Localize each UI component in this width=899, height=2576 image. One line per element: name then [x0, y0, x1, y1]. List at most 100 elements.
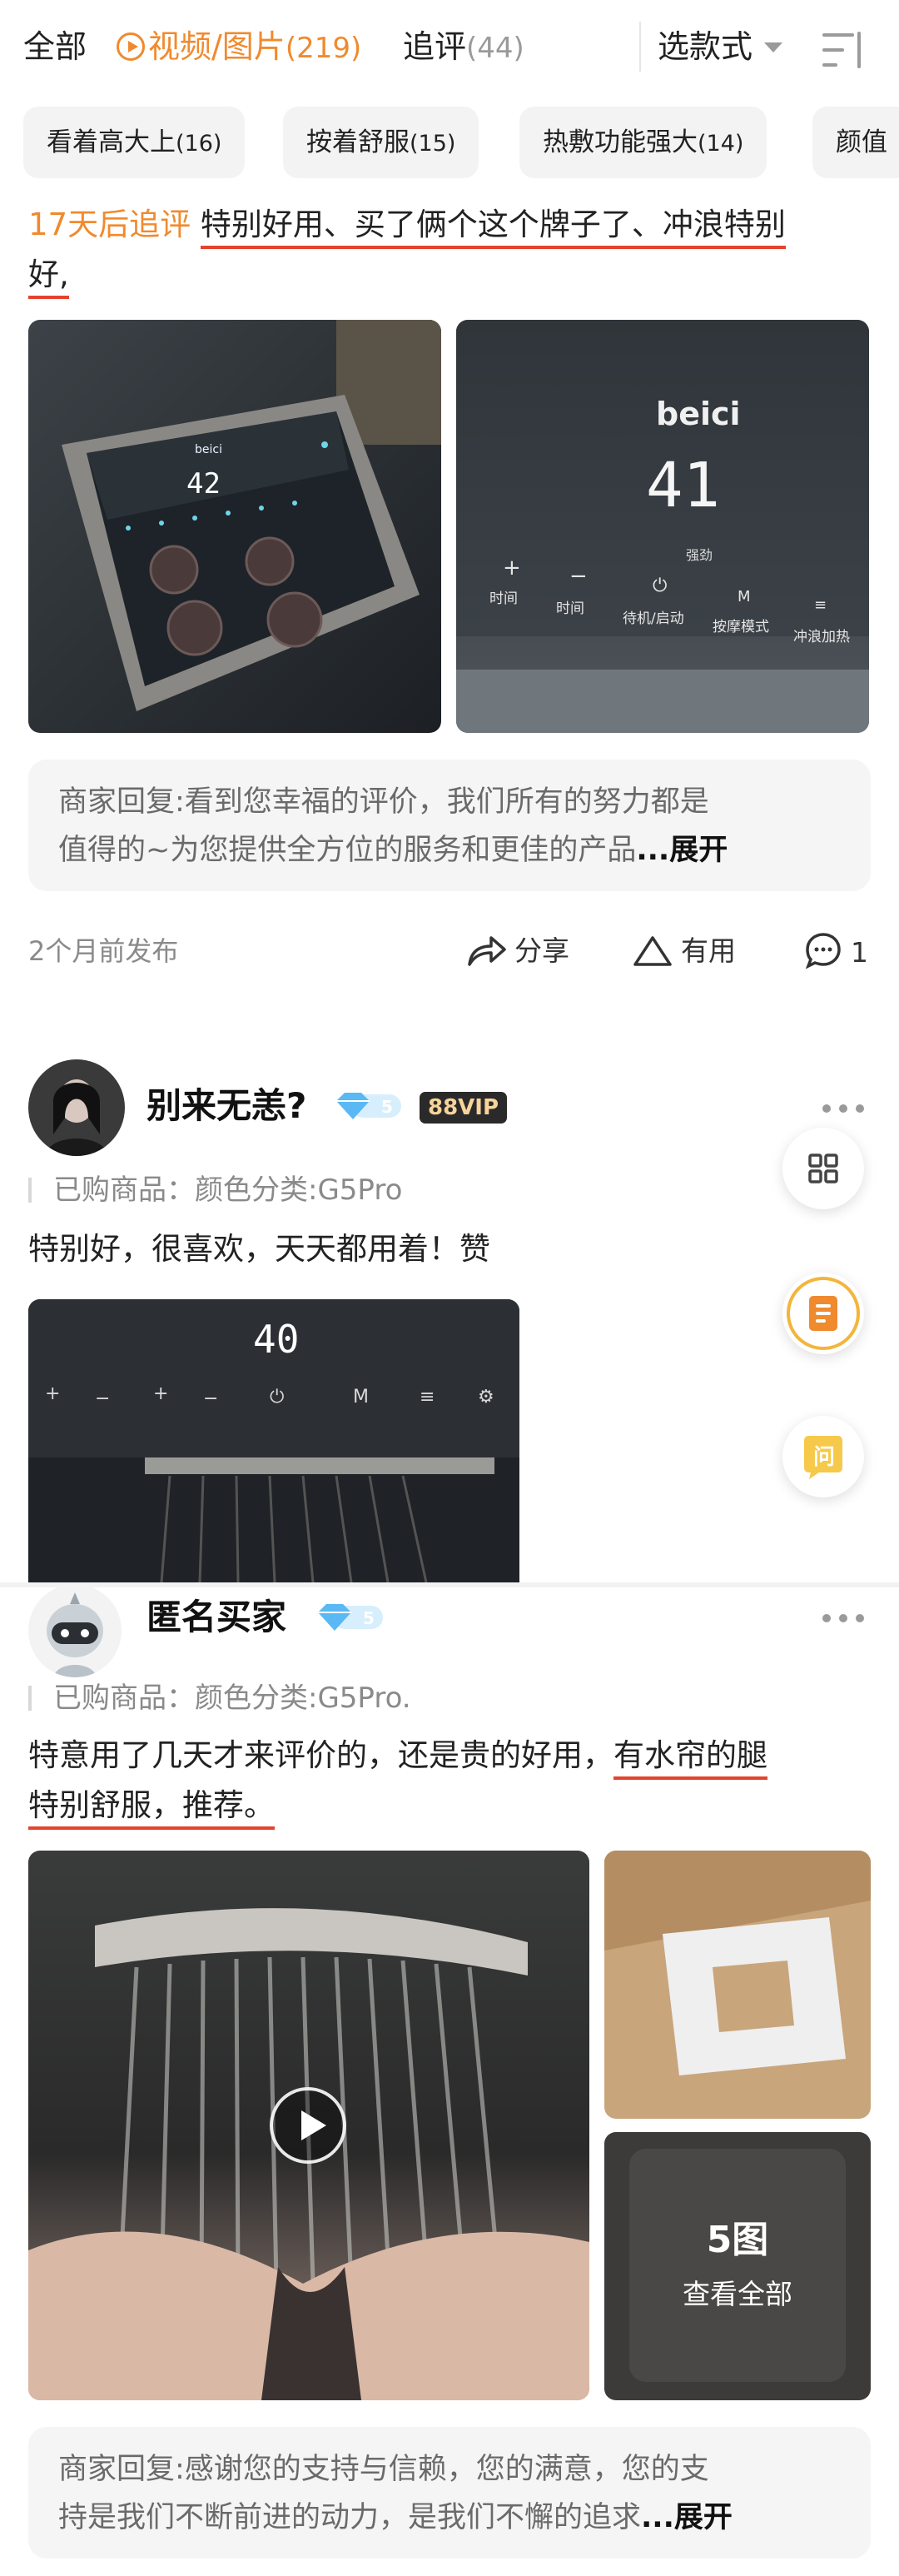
more-options-icon[interactable]: [822, 1103, 869, 1114]
review-text-highlight: 特别舒服，推荐。: [28, 1787, 275, 1830]
svg-text:−: −: [95, 1388, 110, 1409]
merchant-reply[interactable]: 商家回复:感谢您的支持与信赖，您的满意，您的支 持是我们不断前进的动力，是我们不…: [28, 2427, 871, 2559]
more-options-icon[interactable]: [822, 1612, 869, 1624]
photo-sub-label: 强劲: [686, 547, 713, 563]
tab-followup-count: (44): [466, 32, 524, 65]
filter-bar: 全部 视频/图片(219) 追评(44) 选款式: [0, 0, 899, 93]
review-photo[interactable]: beici 42: [28, 320, 441, 733]
view-all-label: 查看全部: [683, 2278, 792, 2310]
photo-count: 5图: [706, 2219, 769, 2261]
username: 别来无恙?: [147, 1085, 307, 1126]
svg-text:+: +: [153, 1383, 168, 1404]
grid-icon: [808, 1153, 838, 1183]
tag-label: 看着高大上: [47, 127, 176, 157]
reply-text: 持是我们不断前进的动力，是我们不懈的追求: [58, 2501, 642, 2534]
ask-button[interactable]: 问: [782, 1416, 864, 1497]
avatar[interactable]: [28, 1059, 125, 1156]
tag-label: 按着舒服: [306, 127, 410, 157]
post-time: 2个月前发布: [28, 935, 179, 967]
review-photo[interactable]: beici 41 强劲 + − ⏻ M ≡ 时间 时间 待机/启动 按摩模式 冲…: [456, 320, 869, 733]
reply-text: 商家回复:感谢您的支持与信赖，您的满意，您的支: [58, 2453, 709, 2486]
svg-text:+: +: [503, 556, 521, 580]
svg-text:⏻: ⏻: [653, 575, 667, 596]
tag-chip[interactable]: 颜值: [812, 107, 899, 178]
svg-text:−: −: [569, 564, 588, 589]
review-text: 特别好，很喜欢，天天都用着！赞: [28, 1231, 490, 1267]
photo-display: 40: [253, 1317, 299, 1362]
style-select-label: 选款式: [658, 28, 753, 65]
diamond-level-icon: 5: [336, 1093, 401, 1119]
tag-count: (14): [698, 131, 744, 157]
share-label: 分享: [514, 934, 569, 967]
photo-control-label: 时间: [556, 600, 584, 617]
tab-followup-label: 追评: [403, 28, 467, 65]
photo-display: 41: [646, 450, 720, 521]
purchased-item: 已购商品：颜色分类:G5Pro: [28, 1169, 402, 1211]
svg-text:−: −: [203, 1388, 218, 1409]
tab-media[interactable]: 视频/图片(219): [117, 25, 361, 70]
style-select[interactable]: 选款式: [658, 25, 783, 68]
comment-icon: [805, 933, 841, 969]
tab-all-label: 全部: [23, 28, 87, 65]
svg-text:M: M: [353, 1387, 369, 1408]
expand-link[interactable]: ...展开: [636, 834, 728, 867]
review-text: 好,: [28, 257, 69, 299]
tag-count: (15): [410, 131, 456, 157]
notes-icon: [787, 1277, 860, 1350]
ask-icon: 问: [804, 1436, 842, 1479]
tag-chip[interactable]: 看着高大上(16): [23, 107, 246, 178]
photo-brand: beici: [195, 443, 222, 456]
svg-text:⏻: ⏻: [270, 1387, 284, 1408]
comment-button[interactable]: 1: [804, 931, 868, 973]
photo-control-label: 待机/启动: [623, 610, 684, 627]
merchant-reply[interactable]: 商家回复:看到您幸福的评价，我们所有的努力都是 值得的~为您提供全方位的服务和更…: [28, 760, 871, 891]
username: 匿名买家: [147, 1597, 287, 1637]
tab-media-label: 视频/图片: [148, 28, 286, 65]
reply-text: 值得的~为您提供全方位的服务和更佳的产品: [58, 834, 637, 867]
comment-count: 1: [851, 936, 868, 969]
share-button[interactable]: 分享: [466, 931, 569, 971]
svg-text:≡: ≡: [814, 596, 827, 614]
share-icon: [468, 936, 506, 966]
vip-badge: 88VIP: [420, 1092, 508, 1124]
tag-row: 看着高大上(16) 按着舒服(15) 热敷功能强大(14) 颜值: [0, 107, 899, 180]
ask-label: 问: [813, 1445, 835, 1470]
useful-label: 有用: [681, 934, 736, 967]
section-gap: [0, 1582, 899, 1587]
sort-icon[interactable]: [822, 32, 866, 68]
triangle-icon: [633, 936, 672, 966]
photo-control-label: 按摩模式: [713, 619, 769, 635]
photo-control-label: 时间: [489, 590, 518, 607]
review-text-block: 特意用了几天才来评价的，还是贵的好用，有水帘的腿 特别舒服，推荐。: [28, 1731, 877, 1831]
view-all-photos[interactable]: 5图 查看全部: [604, 2132, 871, 2400]
play-icon[interactable]: [270, 2087, 346, 2164]
followup-text: 17天后追评 特别好用、买了俩个这个牌子了、冲浪特别 好,: [28, 200, 877, 300]
tag-label: 热敷功能强大: [543, 127, 698, 157]
level-number: 5: [381, 1097, 393, 1117]
review-photo[interactable]: [604, 1851, 871, 2119]
review-text: 特别好用、买了俩个这个牌子了、冲浪特别: [200, 207, 786, 249]
divider: [639, 22, 641, 72]
review-photo[interactable]: 40 + − + − ⏻ M ≡ ⚙: [28, 1299, 519, 1582]
svg-text:⚙: ⚙: [478, 1387, 494, 1408]
avatar[interactable]: [28, 1584, 122, 1677]
tab-followup[interactable]: 追评(44): [403, 25, 524, 70]
tag-chip[interactable]: 按着舒服(15): [283, 107, 479, 178]
grid-view-button[interactable]: [782, 1128, 864, 1209]
review-text-highlight: 有水帘的腿: [613, 1737, 767, 1780]
caret-down-icon: [764, 42, 783, 52]
notes-button[interactable]: [782, 1273, 864, 1354]
tag-label: 颜值: [836, 127, 887, 157]
level-number: 5: [363, 1608, 375, 1628]
svg-text:≡: ≡: [420, 1387, 435, 1408]
tab-media-count: (219): [285, 32, 362, 65]
review-video[interactable]: [28, 1851, 589, 2400]
followup-label: 17天后追评: [28, 207, 191, 242]
tag-chip[interactable]: 热敷功能强大(14): [519, 107, 767, 178]
expand-link[interactable]: ...展开: [641, 2501, 733, 2534]
useful-button[interactable]: 有用: [633, 931, 736, 971]
section-gap: [0, 1004, 899, 1016]
tab-all[interactable]: 全部: [23, 25, 87, 68]
tag-count: (16): [176, 131, 222, 157]
diamond-level-icon: 5: [318, 1604, 383, 1631]
